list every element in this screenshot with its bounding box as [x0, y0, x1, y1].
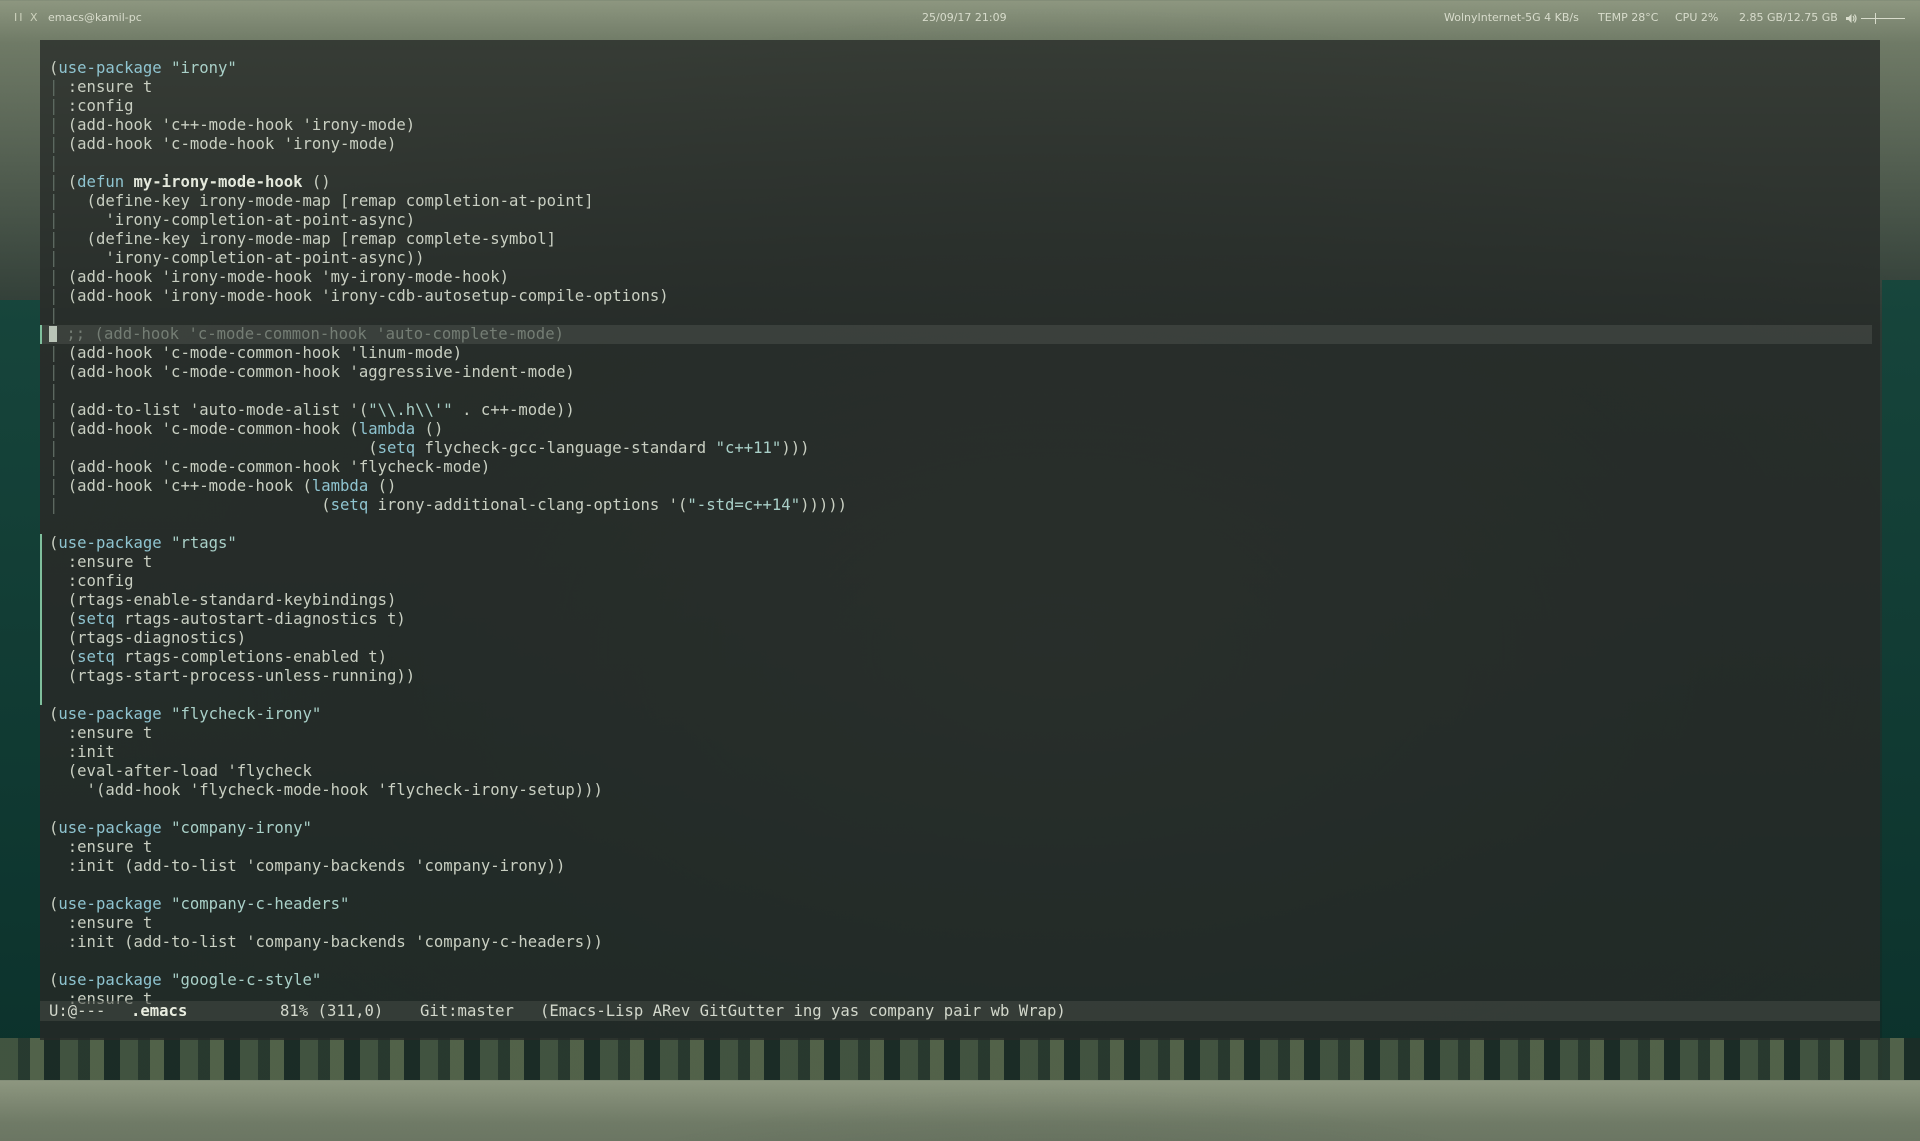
- code-line[interactable]: | (add-hook 'c-mode-common-hook 'aggress…: [40, 363, 1872, 382]
- code-line[interactable]: | (setq irony-additional-clang-options '…: [40, 496, 1872, 515]
- code-line[interactable]: | (defun my-irony-mode-hook (): [40, 173, 1872, 192]
- cursor-position: 81% (311,0): [280, 1002, 384, 1020]
- code-line[interactable]: | (define-key irony-mode-map [remap comp…: [40, 230, 1872, 249]
- text-cursor: [49, 326, 57, 342]
- code-line[interactable]: | (define-key irony-mode-map [remap comp…: [40, 192, 1872, 211]
- code-line[interactable]: ;; (add-hook 'c-mode-common-hook 'auto-c…: [40, 325, 1872, 344]
- code-line[interactable]: | (add-hook 'irony-mode-hook 'my-irony-m…: [40, 268, 1872, 287]
- code-line[interactable]: :ensure t: [40, 724, 1872, 743]
- code-line[interactable]: :config: [40, 572, 1872, 591]
- editor-buffer[interactable]: (use-package "irony" | :ensure t | :config…: [40, 59, 1872, 1039]
- temperature-status: TEMP 28°C: [1598, 11, 1659, 24]
- volume-control[interactable]: [1845, 11, 1905, 24]
- code-line[interactable]: |: [40, 382, 1872, 401]
- cpu-status: CPU 2%: [1675, 11, 1719, 24]
- background-tree-right: [1882, 280, 1920, 1080]
- memory-status: 2.85 GB/12.75 GB: [1739, 11, 1838, 24]
- code-line[interactable]: (use-package "google-c-style": [40, 971, 1872, 990]
- code-line[interactable]: :init (add-to-list 'company-backends 'co…: [40, 933, 1872, 952]
- background-tree-left: [0, 300, 40, 1080]
- volume-slider-knob[interactable]: [1875, 12, 1876, 24]
- workspace-indicator[interactable]: II X: [14, 11, 40, 24]
- code-line[interactable]: | (setq flycheck-gcc-language-standard "…: [40, 439, 1872, 458]
- code-line[interactable]: | :config: [40, 97, 1872, 116]
- code-line[interactable]: (use-package "flycheck-irony": [40, 705, 1872, 724]
- code-line[interactable]: (eval-after-load 'flycheck: [40, 762, 1872, 781]
- git-gutter-mark: [40, 534, 42, 705]
- code-line[interactable]: | (add-hook 'c++-mode-hook 'irony-mode): [40, 116, 1872, 135]
- volume-slider[interactable]: [1861, 12, 1905, 24]
- minor-modes[interactable]: (Emacs-Lisp ARev GitGutter ing yas compa…: [540, 1001, 1066, 1021]
- code-line[interactable]: | (add-hook 'c++-mode-hook (lambda (): [40, 477, 1872, 496]
- code-line[interactable]: :init (add-to-list 'company-backends 'co…: [40, 857, 1872, 876]
- code-line[interactable]: | (add-hook 'c-mode-hook 'irony-mode): [40, 135, 1872, 154]
- code-line[interactable]: | :ensure t: [40, 78, 1872, 97]
- code-line[interactable]: (use-package "company-irony": [40, 819, 1872, 838]
- code-line[interactable]: [40, 952, 1872, 971]
- minibuffer[interactable]: [40, 1021, 1880, 1040]
- network-status: WolnyInternet-5G 4 KB/s: [1444, 11, 1579, 24]
- code-line[interactable]: (use-package "rtags": [40, 534, 1872, 553]
- mode-line: U:@--- .emacs 81% (311,0) Git:master (Em…: [40, 1001, 1880, 1021]
- vc-branch[interactable]: Git:master: [420, 1001, 514, 1021]
- code-line[interactable]: [40, 686, 1872, 705]
- top-status-bar: II X emacs@kamil-pc 25/09/17 21:09 Wolny…: [0, 0, 1920, 34]
- code-line[interactable]: '(add-hook 'flycheck-mode-hook 'flycheck…: [40, 781, 1872, 800]
- code-line[interactable]: :ensure t: [40, 553, 1872, 572]
- code-line[interactable]: [40, 800, 1872, 819]
- code-line[interactable]: [40, 515, 1872, 534]
- buffer-name[interactable]: .emacs: [131, 1001, 187, 1021]
- code-line[interactable]: :init: [40, 743, 1872, 762]
- code-line[interactable]: (use-package "company-c-headers": [40, 895, 1872, 914]
- git-gutter-mark: [40, 325, 42, 344]
- code-line[interactable]: :ensure t: [40, 914, 1872, 933]
- code-line[interactable]: | (add-hook 'c-mode-common-hook 'linum-m…: [40, 344, 1872, 363]
- code-line[interactable]: | (add-hook 'c-mode-common-hook 'flychec…: [40, 458, 1872, 477]
- code-line[interactable]: :ensure t: [40, 838, 1872, 857]
- code-line[interactable]: |: [40, 154, 1872, 173]
- code-line[interactable]: (rtags-enable-standard-keybindings): [40, 591, 1872, 610]
- code-line[interactable]: | (add-to-list 'auto-mode-alist '("\\.h\…: [40, 401, 1872, 420]
- code-line[interactable]: |: [40, 306, 1872, 325]
- buffer-state: U:@---: [49, 1002, 106, 1020]
- code-line[interactable]: | (add-hook 'c-mode-common-hook (lambda …: [40, 420, 1872, 439]
- background-city: [0, 1038, 1920, 1080]
- window-title: emacs@kamil-pc: [48, 11, 142, 24]
- code-line[interactable]: (setq rtags-autostart-diagnostics t): [40, 610, 1872, 629]
- clock: 25/09/17 21:09: [922, 11, 1007, 24]
- code-line[interactable]: (setq rtags-completions-enabled t): [40, 648, 1872, 667]
- code-line[interactable]: [40, 876, 1872, 895]
- code-line[interactable]: (use-package "irony": [40, 59, 1872, 78]
- code-line[interactable]: | 'irony-completion-at-point-async)): [40, 249, 1872, 268]
- code-line[interactable]: | 'irony-completion-at-point-async): [40, 211, 1872, 230]
- code-line[interactable]: | (add-hook 'irony-mode-hook 'irony-cdb-…: [40, 287, 1872, 306]
- speaker-icon: [1846, 13, 1857, 23]
- emacs-frame: (use-package "irony" | :ensure t | :config…: [40, 40, 1880, 1040]
- code-line[interactable]: (rtags-start-process-unless-running)): [40, 667, 1872, 686]
- code-line[interactable]: (rtags-diagnostics): [40, 629, 1872, 648]
